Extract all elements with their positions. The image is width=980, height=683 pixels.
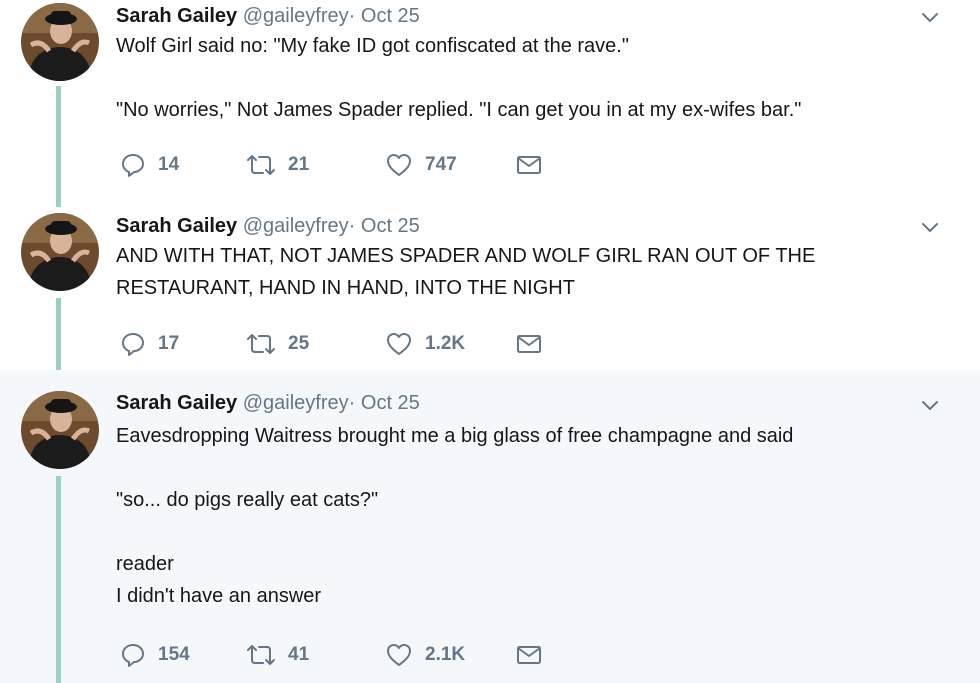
reply-count: 17 <box>158 333 180 354</box>
user-handle[interactable]: @gaileyfrey <box>243 392 349 414</box>
tweet-highlighted[interactable]: Sarah Gailey @gaileyfrey· Oct 25 Eavesdr… <box>0 370 980 683</box>
like-count: 1.2K <box>425 333 466 354</box>
tweet-line: reader <box>116 553 174 575</box>
tweet-line-blank <box>116 452 966 484</box>
user-name[interactable]: Sarah Gailey <box>116 215 237 237</box>
retweet-icon <box>246 152 276 178</box>
tweet-line-blank <box>116 516 966 548</box>
retweet-button[interactable]: 41 <box>246 640 309 670</box>
user-name[interactable]: Sarah Gailey <box>116 392 237 414</box>
direct-message-button[interactable] <box>516 150 542 180</box>
heart-icon <box>385 642 413 668</box>
heart-icon <box>385 331 413 357</box>
retweet-icon <box>246 331 276 357</box>
tweet-line: Wolf Girl said no: "My fake ID got confi… <box>116 35 629 57</box>
chevron-down-icon[interactable] <box>918 6 942 30</box>
envelope-icon <box>516 644 542 666</box>
tweet-text: Eavesdropping Waitress brought me a big … <box>116 420 966 612</box>
tweet-line: I didn't have an answer <box>116 585 322 607</box>
reply-icon <box>120 152 146 178</box>
tweet-header: Sarah Gailey @gaileyfrey· Oct 25 <box>116 214 420 238</box>
user-name[interactable]: Sarah Gailey <box>116 5 237 27</box>
timestamp[interactable]: Oct 25 <box>361 392 420 414</box>
reply-icon <box>120 331 146 357</box>
avatar[interactable] <box>21 213 99 291</box>
tweet-actions: 14 21 747 <box>116 150 676 180</box>
separator: · <box>348 5 356 27</box>
tweet-line: "No worries," Not James Spader replied. … <box>116 99 802 121</box>
tweet-line: "so... do pigs really eat cats?" <box>116 489 379 511</box>
reply-button[interactable]: 154 <box>120 640 190 670</box>
like-button[interactable]: 747 <box>385 150 457 180</box>
retweet-button[interactable]: 21 <box>246 150 309 180</box>
separator: · <box>348 215 356 237</box>
tweet-line: Eavesdropping Waitress brought me a big … <box>116 425 794 447</box>
heart-icon <box>385 152 413 178</box>
retweet-count: 25 <box>288 333 310 354</box>
like-button[interactable]: 1.2K <box>385 329 465 359</box>
chevron-down-icon[interactable] <box>918 216 942 240</box>
tweet-actions: 154 41 2.1K <box>116 640 676 670</box>
retweet-button[interactable]: 25 <box>246 329 309 359</box>
chevron-down-icon[interactable] <box>918 394 942 418</box>
tweet-text: AND WITH THAT, NOT JAMES SPADER AND WOLF… <box>116 240 966 304</box>
reply-count: 154 <box>158 644 190 665</box>
avatar[interactable] <box>21 3 99 81</box>
tweet-line: RESTAURANT, HAND IN HAND, INTO THE NIGHT <box>116 277 575 299</box>
like-count: 747 <box>425 154 457 175</box>
user-handle[interactable]: @gaileyfrey <box>243 5 349 27</box>
user-handle[interactable]: @gaileyfrey <box>243 215 349 237</box>
tweet-text: Wolf Girl said no: "My fake ID got confi… <box>116 30 966 126</box>
tweet-header: Sarah Gailey @gaileyfrey· Oct 25 <box>116 391 420 415</box>
thread-line <box>56 476 61 683</box>
reply-icon <box>120 642 146 668</box>
envelope-icon <box>516 333 542 355</box>
reply-button[interactable]: 14 <box>120 150 179 180</box>
retweet-icon <box>246 642 276 668</box>
like-count: 2.1K <box>425 644 466 665</box>
timestamp[interactable]: Oct 25 <box>361 5 420 27</box>
reply-button[interactable]: 17 <box>120 329 179 359</box>
direct-message-button[interactable] <box>516 329 542 359</box>
timestamp[interactable]: Oct 25 <box>361 215 420 237</box>
direct-message-button[interactable] <box>516 640 542 670</box>
reply-count: 14 <box>158 154 180 175</box>
separator: · <box>348 392 356 414</box>
tweet[interactable]: Sarah Gailey @gaileyfrey· Oct 25 Wolf Gi… <box>0 0 980 195</box>
tweet-header: Sarah Gailey @gaileyfrey· Oct 25 <box>116 4 420 28</box>
like-button[interactable]: 2.1K <box>385 640 465 670</box>
tweet-line: AND WITH THAT, NOT JAMES SPADER AND WOLF… <box>116 245 816 267</box>
tweet-actions: 17 25 1.2K <box>116 329 676 359</box>
avatar[interactable] <box>21 391 99 469</box>
tweet-line-blank <box>116 62 966 94</box>
retweet-count: 21 <box>288 154 310 175</box>
retweet-count: 41 <box>288 644 310 665</box>
envelope-icon <box>516 154 542 176</box>
tweet[interactable]: Sarah Gailey @gaileyfrey· Oct 25 AND WIT… <box>0 195 980 370</box>
